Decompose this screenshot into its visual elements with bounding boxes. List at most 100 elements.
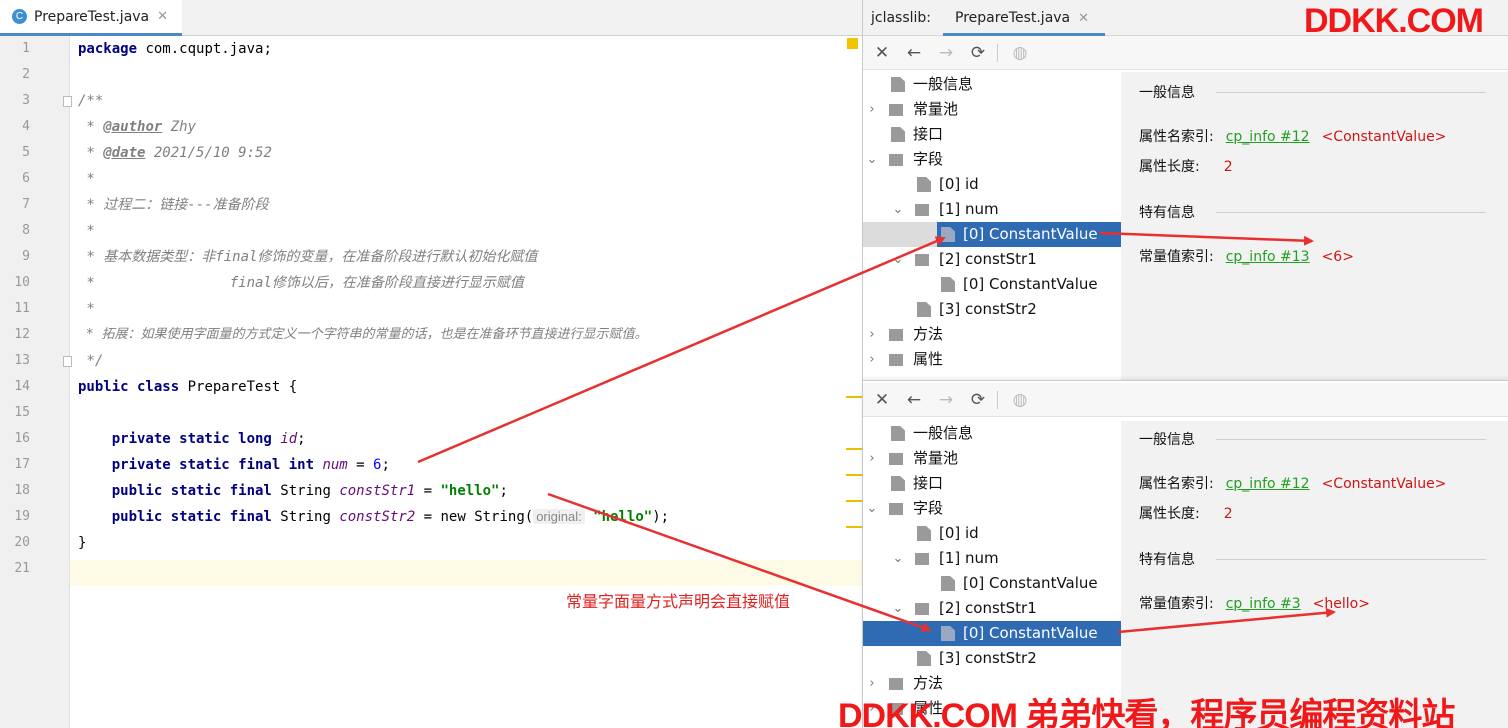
tree-node-interfaces[interactable]: 接口 [863, 471, 1121, 496]
folder-icon [889, 154, 903, 166]
folder-icon [889, 503, 903, 515]
tree-node-field-num[interactable]: ⌄ [1] num [863, 197, 1121, 222]
tree-node-field-conststr1[interactable]: ⌄ [2] constStr1 [863, 247, 1121, 272]
line-number: 21 [14, 561, 30, 576]
scroll-marker[interactable] [846, 500, 862, 502]
refresh-icon[interactable]: ⟳ [967, 42, 989, 64]
close-tab-icon[interactable]: ✕ [1078, 11, 1089, 26]
tree-node-constant-pool[interactable]: › 常量池 [863, 97, 1121, 122]
code-line-9[interactable]: * 基本数据类型：非final修饰的变量，在准备阶段进行默认初始化赋值 [78, 244, 537, 270]
back-arrow-icon[interactable]: ← [903, 389, 925, 411]
code-line-4[interactable]: * @author Zhy [78, 114, 196, 140]
code-line-3[interactable]: /** [78, 88, 103, 114]
chevron-down-icon[interactable]: ⌄ [865, 496, 879, 521]
tree-node-num-constantvalue[interactable]: [0] ConstantValue [863, 571, 1121, 596]
tree-node-field-num[interactable]: ⌄ [1] num [863, 546, 1121, 571]
code-line-8[interactable]: * [78, 218, 94, 244]
editor-tab-preparetest[interactable]: C PrepareTest.java ✕ [0, 0, 182, 36]
chevron-right-icon[interactable]: › [865, 97, 879, 122]
tree-node-conststr1-constantvalue[interactable]: [0] ConstantValue [863, 621, 1121, 646]
scroll-marker[interactable] [846, 448, 862, 450]
tree-node-num-constantvalue[interactable]: [0] ConstantValue [863, 222, 1121, 247]
scroll-marker[interactable] [846, 396, 862, 398]
tree-node-interfaces[interactable]: 接口 [863, 122, 1121, 147]
cp-info-link[interactable]: cp_info #13 [1226, 249, 1310, 265]
chevron-down-icon[interactable]: ⌄ [891, 546, 905, 571]
code-line-10[interactable]: * final修饰以后，在准备阶段直接进行显示赋值 [78, 270, 523, 296]
forward-arrow-icon[interactable]: → [935, 389, 957, 411]
tree-node-field-conststr2[interactable]: [3] constStr2 [863, 646, 1121, 671]
close-tab-icon[interactable]: ✕ [157, 9, 168, 24]
code-line-6[interactable]: * [78, 166, 94, 192]
chevron-right-icon[interactable]: › [865, 347, 879, 372]
code-line-18[interactable]: public static final String constStr1 = "… [78, 478, 508, 504]
code-line-13[interactable]: */ [78, 348, 103, 374]
code-line-19[interactable]: public static final String constStr2 = n… [78, 504, 669, 530]
tree-node-constant-pool[interactable]: › 常量池 [863, 446, 1121, 471]
javadoc-tag: @date [103, 145, 146, 161]
forward-arrow-icon[interactable]: → [935, 42, 957, 64]
back-arrow-icon[interactable]: ← [903, 42, 925, 64]
tree-node-label: [3] constStr2 [939, 300, 1037, 318]
code-line-20[interactable]: } [78, 530, 86, 556]
keyword: public static final [78, 483, 272, 499]
file-icon [891, 77, 905, 92]
tree-node-field-conststr1[interactable]: ⌄ [2] constStr1 [863, 596, 1121, 621]
tree-node-field-id[interactable]: [0] id [863, 172, 1121, 197]
code-line-7[interactable]: * 过程二：链接---准备阶段 [78, 192, 268, 218]
file-icon [941, 227, 955, 242]
chevron-right-icon[interactable]: › [865, 446, 879, 471]
close-icon[interactable]: ✕ [871, 389, 893, 411]
code-text: ; [381, 457, 390, 473]
chevron-down-icon[interactable]: ⌄ [865, 147, 879, 172]
code-text: ; [297, 431, 306, 447]
comment-text: * [78, 119, 104, 135]
tree-node-fields[interactable]: ⌄ 字段 [863, 496, 1121, 521]
warning-indicator-icon[interactable] [847, 38, 858, 49]
globe-icon[interactable]: ◍ [1009, 42, 1031, 64]
scroll-marker[interactable] [846, 474, 862, 476]
chevron-down-icon[interactable]: ⌄ [891, 596, 905, 621]
tree-node-field-id[interactable]: [0] id [863, 521, 1121, 546]
tree-node-field-conststr2[interactable]: [3] constStr2 [863, 297, 1121, 322]
line-number: 19 [14, 509, 30, 524]
fold-marker-icon[interactable] [63, 356, 72, 367]
keyword: public class [78, 379, 180, 395]
tree-node-general[interactable]: 一般信息 [863, 72, 1121, 97]
tree-node-methods[interactable]: › 方法 [863, 322, 1121, 347]
javadoc-tag: @author [103, 119, 163, 135]
close-icon[interactable]: ✕ [871, 42, 893, 64]
code-line-12[interactable]: * 拓展：如果使用字面量的方式定义一个字符串的常量的话，也是在准备环节直接进行显… [78, 322, 648, 348]
chevron-down-icon[interactable]: ⌄ [891, 197, 905, 222]
code-line-17[interactable]: private static final int num = 6; [78, 452, 390, 478]
chevron-right-icon[interactable]: › [865, 322, 879, 347]
line-number: 11 [14, 301, 30, 316]
tree-node-label: [0] ConstantValue [963, 225, 1098, 243]
code-line-1[interactable]: package com.cqupt.java; [78, 36, 272, 62]
cp-info-link[interactable]: cp_info #12 [1226, 129, 1310, 145]
code-line-16[interactable]: private static long id; [78, 426, 306, 452]
comment-text: 2021/5/10 9:52 [145, 145, 272, 161]
chevron-down-icon[interactable]: ⌄ [891, 247, 905, 272]
globe-icon[interactable]: ◍ [1009, 389, 1031, 411]
comment-text: * [78, 145, 104, 161]
cp-info-link[interactable]: cp_info #12 [1226, 476, 1310, 492]
scroll-marker[interactable] [846, 526, 862, 528]
fold-marker-icon[interactable] [63, 96, 72, 107]
section-divider [1216, 212, 1486, 213]
code-line-14[interactable]: public class PrepareTest { [78, 374, 297, 400]
code-line-11[interactable]: * [78, 296, 94, 322]
tree-node-attributes[interactable]: › 属性 [863, 347, 1121, 372]
file-icon [941, 277, 955, 292]
cp-info-link[interactable]: cp_info #3 [1226, 596, 1301, 612]
section-general-info: 一般信息 [1139, 432, 1195, 448]
file-icon [917, 526, 931, 541]
line-number: 13 [14, 353, 30, 368]
tree-node-general[interactable]: 一般信息 [863, 421, 1121, 446]
tree-node-conststr1-constantvalue[interactable]: [0] ConstantValue [863, 272, 1121, 297]
code-line-5[interactable]: * @date 2021/5/10 9:52 [78, 140, 272, 166]
toolbar-separator [997, 391, 998, 409]
refresh-icon[interactable]: ⟳ [967, 389, 989, 411]
tree-node-fields[interactable]: ⌄ 字段 [863, 147, 1121, 172]
jclasslib-tab-preparetest[interactable]: PrepareTest.java ✕ [943, 0, 1105, 36]
